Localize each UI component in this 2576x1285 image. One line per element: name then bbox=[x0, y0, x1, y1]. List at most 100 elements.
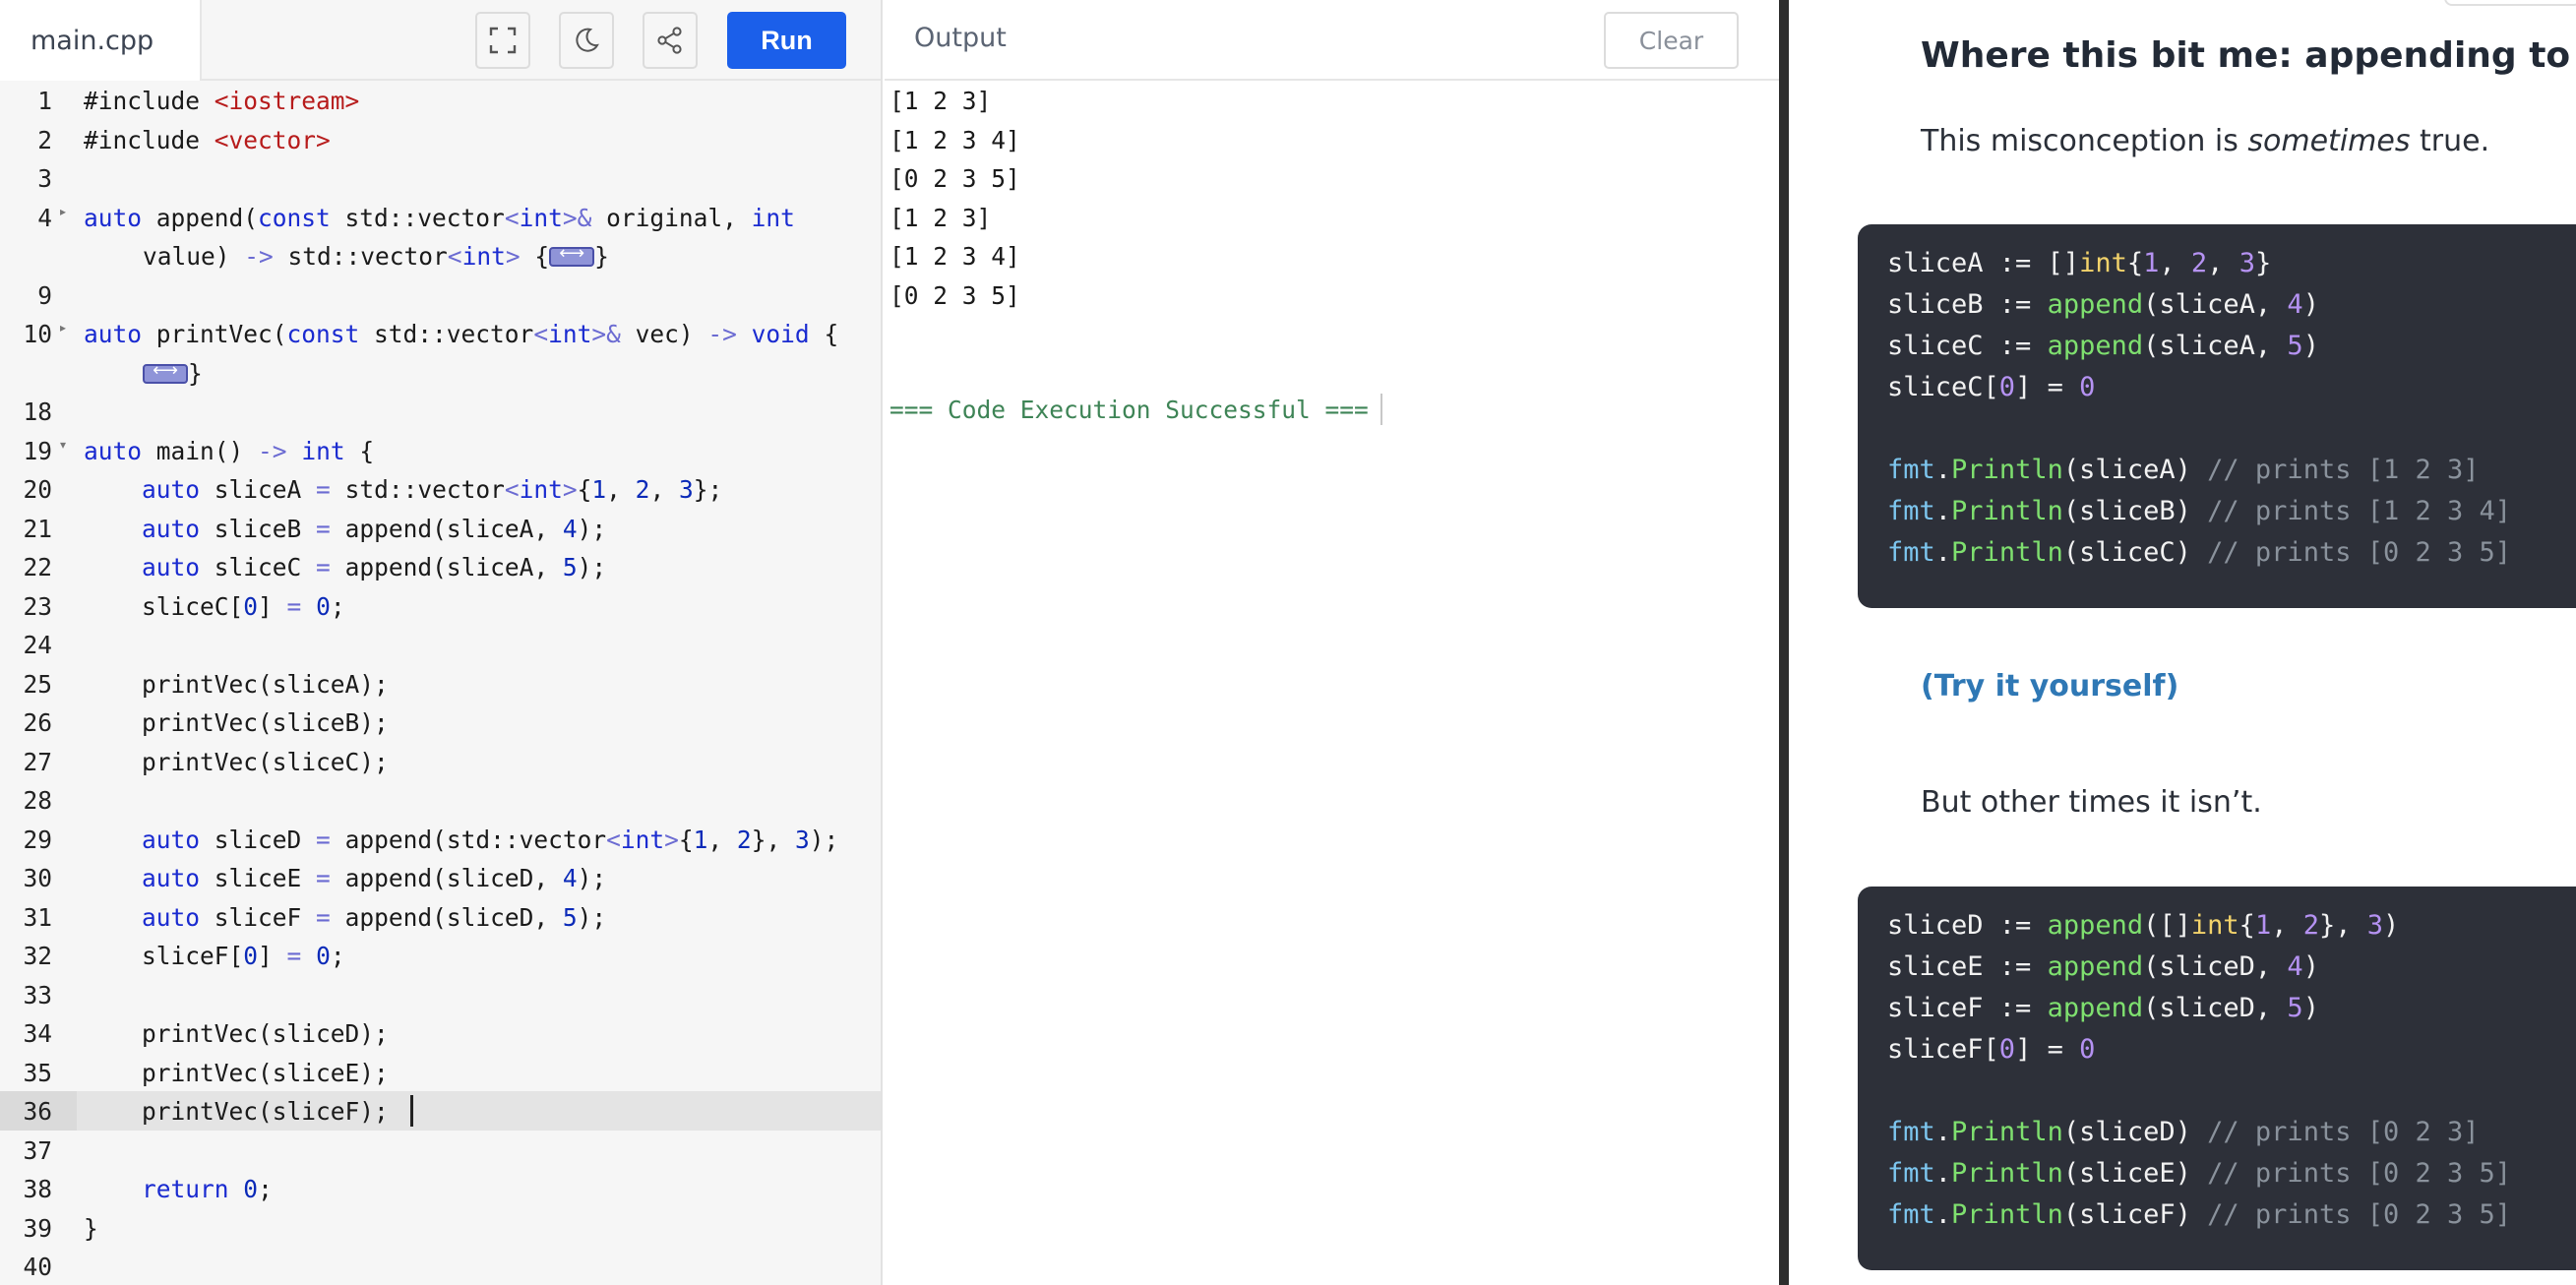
line-number: 21 bbox=[23, 514, 52, 543]
fold-open-icon[interactable]: ▾ bbox=[60, 438, 66, 452]
line-number: 2 bbox=[37, 125, 52, 154]
share-icon bbox=[657, 27, 682, 54]
code-text: printVec(sliceF); bbox=[84, 1097, 403, 1126]
code-wrap-continuation: value) -> std::vector<int> {} bbox=[143, 242, 609, 271]
line-number: 25 bbox=[23, 669, 52, 699]
code-line[interactable]: 33 bbox=[0, 975, 881, 1014]
go-code-line: fmt.Println(sliceA) // prints [1 2 3] bbox=[1887, 455, 2480, 485]
para-text: true. bbox=[2410, 124, 2490, 158]
output-line: [1 2 3 4] bbox=[889, 242, 1020, 271]
code-line[interactable]: 2 #include <vector> bbox=[0, 120, 881, 159]
line-number: 4 bbox=[37, 203, 52, 232]
code-line[interactable]: 34 printVec(sliceD); bbox=[0, 1013, 881, 1053]
code-line[interactable]: 20 auto sliceA = std::vector<int>{1, 2, … bbox=[0, 469, 881, 509]
try-it-yourself-link[interactable]: (Try it yourself) bbox=[1921, 669, 2178, 704]
code-line[interactable]: 23 sliceC[0] = 0; bbox=[0, 586, 881, 626]
line-number: 18 bbox=[23, 398, 52, 426]
go-code-line: sliceC := append(sliceA, 5) bbox=[1887, 331, 2319, 361]
code-text: } bbox=[84, 1213, 98, 1243]
output-line: [1 2 3] bbox=[889, 87, 992, 115]
code-line[interactable]: 24 bbox=[0, 625, 881, 664]
go-code-line: sliceC[0] = 0 bbox=[1887, 372, 2096, 402]
code-line[interactable]: 30 auto sliceE = append(sliceD, 4); bbox=[0, 858, 881, 897]
line-number: 3 bbox=[37, 164, 52, 193]
para-text: This misconception is bbox=[1921, 124, 2248, 158]
code-text: auto sliceC = append(sliceA, 5); bbox=[142, 553, 607, 581]
code-text: auto sliceA = std::vector<int>{1, 2, 3}; bbox=[142, 475, 723, 504]
line-number: 20 bbox=[23, 475, 52, 504]
moon-icon bbox=[576, 28, 599, 52]
code-line[interactable]: 35 printVec(sliceE); bbox=[0, 1053, 881, 1092]
article-panel: Where this bit me: appending to a slice … bbox=[1789, 0, 2576, 1285]
code-wrap-continuation: } bbox=[143, 359, 203, 388]
code-line[interactable]: 37 bbox=[0, 1131, 881, 1170]
editor-pane: main.cpp Run 1 #include <iostream> 2 #in… bbox=[0, 0, 883, 1285]
code-text: auto append(const std::vector<int>& orig… bbox=[84, 203, 795, 232]
code-line[interactable]: 25 printVec(sliceA); bbox=[0, 664, 881, 704]
line-number: 31 bbox=[23, 902, 52, 932]
code-line[interactable]: 36 printVec(sliceF); bbox=[0, 1091, 881, 1131]
line-number: 36 bbox=[23, 1097, 52, 1126]
output-toolbar: Output Clear bbox=[885, 0, 1779, 81]
folded-code-marker[interactable] bbox=[143, 360, 188, 384]
code-line[interactable]: 22 auto sliceC = append(sliceA, 5); bbox=[0, 547, 881, 586]
go-code-line: fmt.Println(sliceD) // prints [0 2 3] bbox=[1887, 1117, 2480, 1147]
code-text: auto sliceF = append(sliceD, 5); bbox=[142, 902, 607, 932]
code-line[interactable]: 31 auto sliceF = append(sliceD, 5); bbox=[0, 897, 881, 937]
code-line[interactable]: 10 ▸ auto printVec(const std::vector<int>&… bbox=[0, 314, 881, 353]
line-number: 40 bbox=[23, 1253, 52, 1281]
go-code-block: sliceA := []int{1, 2, 3} sliceB := append… bbox=[1858, 224, 2576, 608]
code-editor[interactable]: 1 #include <iostream> 2 #include <vector> 3 4… bbox=[0, 81, 881, 1285]
line-number: 1 bbox=[37, 87, 52, 115]
go-code-line: sliceA := []int{1, 2, 3} bbox=[1887, 248, 2272, 278]
fullscreen-button[interactable] bbox=[475, 12, 530, 69]
output-line: [0 2 3 5] bbox=[889, 164, 1020, 193]
line-number: 10 bbox=[23, 320, 52, 348]
line-number: 23 bbox=[23, 591, 52, 621]
output-console[interactable]: [1 2 3] [1 2 3 4] [0 2 3 5] [1 2 3] [1 2 3 4… bbox=[885, 81, 1779, 1285]
code-line[interactable]: 18 bbox=[0, 392, 881, 431]
file-tab[interactable]: main.cpp bbox=[0, 0, 202, 81]
code-text: printVec(sliceA); bbox=[84, 669, 389, 699]
go-code-line: fmt.Println(sliceB) // prints [1 2 3 4] bbox=[1887, 496, 2512, 526]
run-button[interactable]: Run bbox=[727, 12, 846, 69]
line-number: 27 bbox=[23, 747, 52, 776]
line-number: 19 bbox=[23, 436, 52, 465]
code-line[interactable]: 4 ▸ auto append(const std::vector<int>& or… bbox=[0, 198, 881, 237]
folded-code-marker[interactable] bbox=[549, 243, 595, 267]
execution-success-message: === Code Execution Successful === bbox=[889, 396, 1369, 424]
fold-closed-icon[interactable]: ▸ bbox=[60, 205, 66, 218]
dark-mode-toggle[interactable] bbox=[559, 12, 614, 69]
code-line[interactable]: 28 bbox=[0, 780, 881, 820]
article-heading: Where this bit me: appending to a slice bbox=[1921, 35, 2576, 76]
clear-button[interactable]: Clear bbox=[1604, 12, 1739, 69]
line-number: 32 bbox=[23, 942, 52, 970]
window-divider[interactable] bbox=[1779, 0, 1789, 1285]
text-cursor bbox=[410, 1095, 413, 1127]
code-line[interactable]: 19 ▾ auto main() -> int { bbox=[0, 431, 881, 470]
code-line[interactable]: 9 bbox=[0, 275, 881, 315]
code-text: return 0; bbox=[142, 1175, 273, 1203]
go-code-line: fmt.Println(sliceC) // prints [0 2 3 5] bbox=[1887, 537, 2512, 568]
code-line[interactable]: 29 auto sliceD = append(std::vector<int>… bbox=[0, 820, 881, 859]
code-line[interactable]: 40 bbox=[0, 1247, 881, 1285]
share-button[interactable] bbox=[643, 12, 698, 69]
fullscreen-icon bbox=[489, 27, 517, 54]
code-line[interactable]: 38 return 0; bbox=[0, 1169, 881, 1208]
code-line[interactable]: 3 bbox=[0, 158, 881, 198]
output-line: [0 2 3 5] bbox=[889, 280, 1020, 310]
go-code-line: sliceF[0] = 0 bbox=[1887, 1034, 2096, 1065]
code-text: auto main() -> int { bbox=[84, 436, 375, 465]
code-line[interactable]: 1 #include <iostream> bbox=[0, 81, 881, 120]
code-line[interactable]: 21 auto sliceB = append(sliceA, 4); bbox=[0, 509, 881, 548]
code-line[interactable]: 32 sliceF[0] = 0; bbox=[0, 936, 881, 975]
code-line[interactable]: 39} bbox=[0, 1208, 881, 1248]
fold-closed-icon[interactable]: ▸ bbox=[60, 321, 66, 335]
code-text: sliceC[0] = 0; bbox=[84, 591, 345, 621]
go-code-line: sliceB := append(sliceA, 4) bbox=[1887, 289, 2319, 320]
code-line[interactable]: 27 printVec(sliceC); bbox=[0, 742, 881, 781]
line-number: 30 bbox=[23, 864, 52, 892]
line-number: 39 bbox=[23, 1213, 52, 1243]
code-line[interactable]: 26 printVec(sliceB); bbox=[0, 703, 881, 742]
line-number: 9 bbox=[37, 280, 52, 310]
